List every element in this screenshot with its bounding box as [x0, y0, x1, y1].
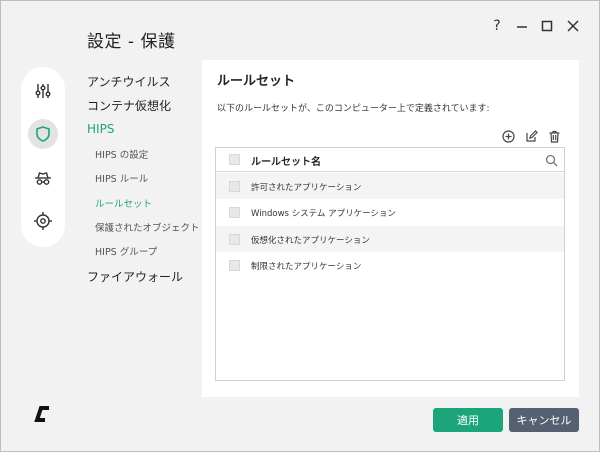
- category-icon-bar: [21, 67, 65, 247]
- cancel-button[interactable]: キャンセル: [509, 408, 579, 432]
- nav-item-firewall[interactable]: ファイアウォール: [87, 268, 183, 285]
- panel-title: ルールセット: [217, 74, 296, 89]
- nav-item-hips[interactable]: HIPS: [87, 122, 114, 136]
- row-checkbox[interactable]: [229, 207, 240, 218]
- row-checkbox[interactable]: [229, 234, 240, 245]
- nav-sub-hips-settings[interactable]: HIPS の設定: [95, 147, 148, 161]
- ruleset-name: Windows システム アプリケーション: [251, 209, 396, 219]
- help-button[interactable]: ?: [486, 15, 508, 37]
- table-header: ルールセット名: [216, 148, 564, 172]
- rulesets-panel: ルールセット 以下のルールセットが、このコンピューター上で定義されています: ル…: [202, 60, 579, 397]
- privacy-category-button[interactable]: [28, 163, 58, 193]
- protection-category-button[interactable]: [28, 119, 58, 149]
- advanced-category-button[interactable]: [28, 206, 58, 236]
- nav-sub-protected-objects[interactable]: 保護されたオブジェクト: [95, 220, 200, 234]
- nav-sub-hips-groups[interactable]: HIPS グループ: [95, 244, 157, 258]
- rulesets-table: ルールセット名 許可されたアプリケーション Windows システム アプリケー…: [215, 147, 565, 381]
- select-all-checkbox[interactable]: [229, 154, 240, 165]
- edit-icon: [525, 129, 538, 142]
- row-checkbox[interactable]: [229, 260, 240, 271]
- ruleset-name: 仮想化されたアプリケーション: [251, 236, 370, 246]
- help-label: ?: [493, 18, 501, 34]
- sliders-icon: [35, 84, 51, 98]
- row-checkbox[interactable]: [229, 181, 240, 192]
- shield-icon: [36, 126, 50, 142]
- table-row[interactable]: 制限されたアプリケーション: [216, 252, 564, 278]
- general-category-button[interactable]: [28, 76, 58, 106]
- close-icon: [567, 20, 579, 32]
- apply-button[interactable]: 適用: [433, 408, 503, 432]
- edit-ruleset-button[interactable]: [523, 128, 539, 144]
- spy-hat-icon: [35, 172, 51, 185]
- close-button[interactable]: [562, 15, 584, 37]
- delete-icon: [549, 130, 559, 143]
- app-logo: [31, 403, 53, 425]
- nav-item-container[interactable]: コンテナ仮想化: [87, 97, 171, 114]
- nav-item-antivirus[interactable]: アンチウイルス: [87, 73, 171, 90]
- ruleset-name: 制限されたアプリケーション: [251, 262, 362, 272]
- delete-ruleset-button[interactable]: [546, 128, 562, 144]
- maximize-button[interactable]: [536, 15, 558, 37]
- settings-window: 設定 - 保護 ? アンチウイルス コンテナ仮想化 HIPS HIPS の設定 …: [0, 0, 600, 452]
- panel-description: 以下のルールセットが、このコンピューター上で定義されています:: [217, 104, 490, 114]
- nav-sub-rulesets[interactable]: ルールセット: [95, 196, 152, 210]
- minimize-button[interactable]: [511, 15, 533, 37]
- minimize-icon: [517, 26, 527, 28]
- logo-icon: [34, 406, 49, 422]
- column-header-ruleset-name[interactable]: ルールセット名: [251, 153, 321, 168]
- add-ruleset-button[interactable]: [500, 128, 516, 144]
- target-icon: [34, 212, 52, 230]
- search-icon: [545, 154, 558, 167]
- table-row[interactable]: Windows システム アプリケーション: [216, 199, 564, 225]
- table-row[interactable]: 仮想化されたアプリケーション: [216, 226, 564, 252]
- table-row[interactable]: 許可されたアプリケーション: [216, 173, 564, 199]
- maximize-icon: [541, 20, 553, 32]
- ruleset-name: 許可されたアプリケーション: [251, 183, 362, 193]
- table-search-button[interactable]: [545, 152, 559, 167]
- window-title: 設定 - 保護: [87, 32, 176, 52]
- add-icon: [501, 129, 515, 143]
- nav-sub-hips-rules[interactable]: HIPS ルール: [95, 171, 148, 185]
